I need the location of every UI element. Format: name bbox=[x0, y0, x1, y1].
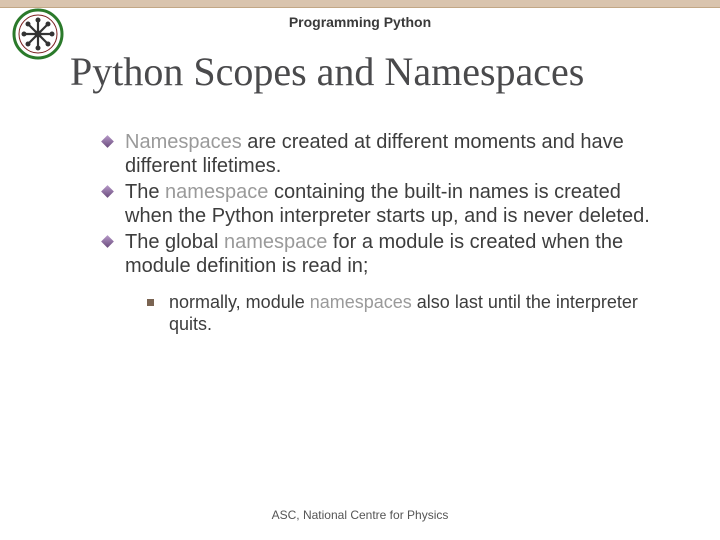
bullet-1: Namespaces are created at different mome… bbox=[105, 130, 660, 178]
top-accent-band bbox=[0, 0, 720, 8]
content-area: Namespaces are created at different mome… bbox=[105, 130, 660, 335]
footer-text: ASC, National Centre for Physics bbox=[0, 508, 720, 522]
keyword: namespace bbox=[224, 231, 327, 253]
sub-bullet-1: normally, module namespaces also last un… bbox=[147, 292, 660, 335]
bullet-2: The namespace containing the built-in na… bbox=[105, 180, 660, 228]
keyword: Namespaces bbox=[125, 131, 242, 153]
slide-title: Python Scopes and Namespaces bbox=[70, 48, 584, 95]
bullet-pre: The bbox=[125, 181, 165, 203]
keyword: namespace bbox=[165, 181, 268, 203]
bullet-3: The global namespace for a module is cre… bbox=[105, 230, 660, 278]
header-subtitle: Programming Python bbox=[0, 14, 720, 30]
sub-pre: normally, module bbox=[169, 292, 310, 312]
keyword: namespaces bbox=[310, 292, 412, 312]
bullet-pre: The global bbox=[125, 231, 224, 253]
